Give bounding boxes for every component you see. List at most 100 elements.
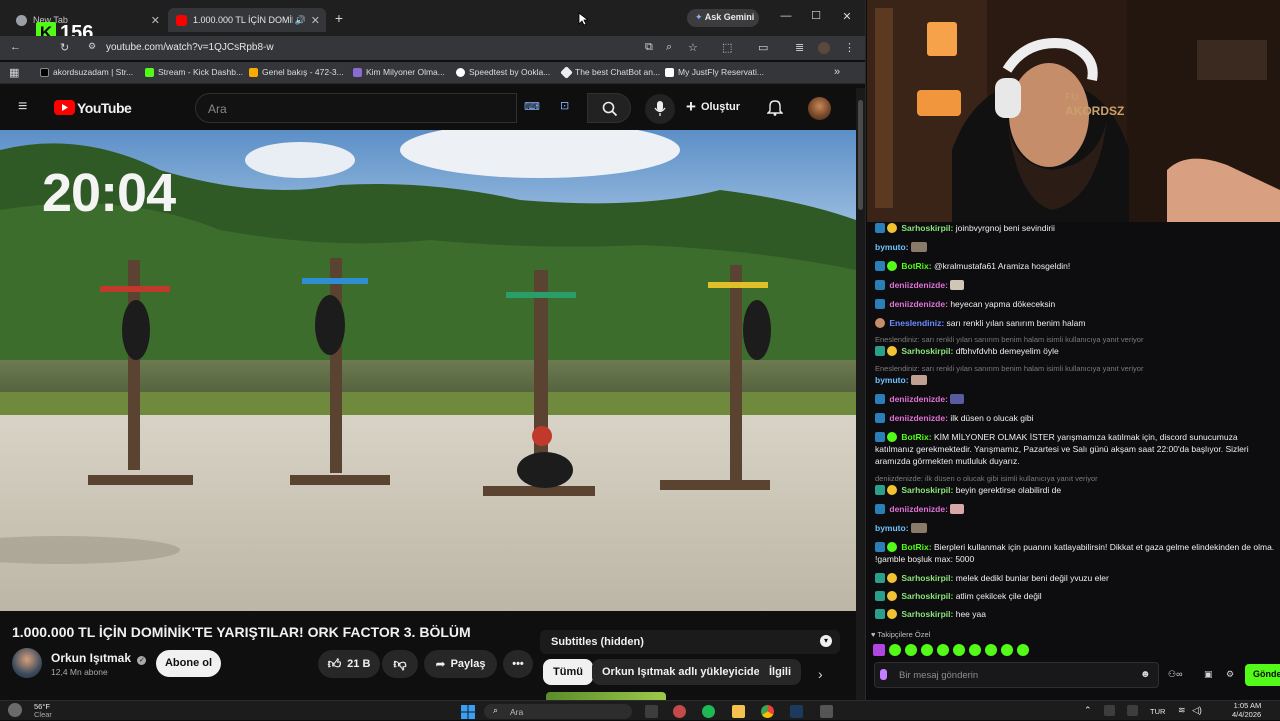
emote-icon[interactable] (937, 644, 949, 656)
bookmark-item[interactable]: Genel bakış - 472-3... (249, 67, 344, 77)
points-icon[interactable]: ⚇∞ (1168, 669, 1182, 680)
channel-avatar[interactable] (12, 648, 42, 678)
chip-uploader[interactable]: Orkun Işıtmak adlı yükleyiciden (592, 659, 777, 685)
chat-username[interactable]: deniizdenizde: (889, 413, 948, 423)
tab-youtube[interactable]: 1.000.000 TL İÇİN DOMİNİ 🔊 ✕ (168, 8, 326, 32)
chat-username[interactable]: BotRix: (901, 542, 931, 552)
chrome-icon[interactable] (761, 705, 774, 718)
dislike-button[interactable]: 👎︎ (382, 650, 418, 678)
page-scrollbar[interactable] (856, 88, 865, 700)
url-field[interactable]: youtube.com/watch?v=1QJCsRpb8-w (106, 42, 274, 53)
emote-icon[interactable] (985, 644, 997, 656)
subtitles-panel[interactable]: Subtitles (hidden) ▾ (540, 630, 840, 654)
maximize-icon[interactable]: ☐ (810, 9, 822, 22)
bookmark-item[interactable]: akordsuzadam | Str... (40, 67, 133, 77)
notifications-bell-icon[interactable] (767, 99, 783, 116)
account-avatar[interactable] (808, 97, 831, 120)
recommended-thumbnail[interactable] (546, 692, 666, 700)
site-info-icon[interactable]: ⚙ (88, 41, 96, 52)
menu-dots-icon[interactable]: ⋮ (844, 41, 855, 54)
chat-username[interactable]: Sarhoskirpil: (901, 485, 953, 495)
apps-grid-icon[interactable]: ▦ (9, 66, 19, 79)
taskbar-search[interactable]: ⌕ Ara (484, 704, 632, 719)
tray-overflow-icon[interactable]: ⌃ (1084, 705, 1092, 716)
emote-icon[interactable] (1001, 644, 1013, 656)
close-tab-icon[interactable]: ✕ (311, 14, 320, 27)
emote-icon[interactable] (873, 644, 885, 656)
chip-related[interactable]: İlgili (759, 659, 801, 685)
system-clock[interactable]: 1:05 AM 4/4/2026 (1232, 701, 1261, 719)
back-icon[interactable]: ← (10, 41, 21, 53)
emote-icon[interactable] (889, 644, 901, 656)
create-button[interactable]: + Oluştur (686, 98, 740, 115)
weather-icon[interactable] (8, 703, 22, 717)
chat-username[interactable]: BotRix: (901, 432, 931, 442)
bookmark-item[interactable]: Kim Milyoner Olma... (353, 67, 445, 77)
translate-icon[interactable]: ⌨ (524, 100, 540, 113)
lens-search-icon[interactable]: ⊡ (560, 99, 569, 112)
chat-username[interactable]: Sarhoskirpil: (901, 573, 953, 583)
emote-icon[interactable] (905, 644, 917, 656)
zoom-icon[interactable]: ⌕ (666, 41, 672, 54)
profile-avatar[interactable] (818, 42, 830, 54)
emoji-picker-icon[interactable]: ☻ (1140, 669, 1151, 680)
chevron-down-icon[interactable]: ▾ (820, 635, 832, 647)
emote-icon[interactable] (921, 644, 933, 656)
bookmark-item[interactable]: The best ChatBot an... (560, 65, 660, 79)
chevron-right-icon[interactable]: › (818, 666, 823, 682)
bookmark-item[interactable]: Stream - Kick Dashb... (145, 67, 243, 77)
chat-username[interactable]: Eneslendiniz: (889, 318, 944, 328)
cast-icon[interactable]: ⧉ (645, 41, 653, 54)
bookmark-star-icon[interactable]: ☆ (688, 41, 698, 54)
emote-icon[interactable] (1017, 644, 1029, 656)
chat-username[interactable]: bymuto: (875, 375, 909, 385)
scrollbar-thumb[interactable] (858, 100, 863, 210)
file-explorer-icon[interactable] (732, 705, 745, 718)
app-icon[interactable] (673, 705, 686, 718)
search-input[interactable]: Ara (195, 93, 517, 123)
start-button[interactable] (461, 705, 475, 719)
share-button[interactable]: ➦ Paylaş (424, 650, 497, 678)
close-window-icon[interactable]: ✕ (841, 10, 853, 23)
task-view-icon[interactable] (645, 705, 658, 718)
more-bookmarks-icon[interactable]: » (834, 66, 840, 78)
voice-search-button[interactable] (645, 94, 675, 124)
emote-icon[interactable] (969, 644, 981, 656)
search-button[interactable] (587, 93, 631, 123)
language-indicator[interactable]: TUR (1150, 707, 1165, 716)
chat-username[interactable]: bymuto: (875, 523, 909, 533)
tray-app-icon[interactable] (1104, 705, 1115, 716)
chat-settings-icon[interactable]: ⚙ (1226, 669, 1234, 680)
spotify-icon[interactable] (702, 705, 715, 718)
app-icon[interactable] (820, 705, 833, 718)
close-tab-icon[interactable]: ✕ (151, 14, 160, 27)
chat-username[interactable]: Sarhoskirpil: (901, 591, 953, 601)
subscribe-button[interactable]: Abone ol (156, 650, 221, 677)
chat-username[interactable]: Sarhoskirpil: (901, 609, 953, 619)
chat-message-input[interactable]: Bir mesaj gönderin (874, 662, 1159, 688)
tray-app-icon[interactable] (1127, 705, 1138, 716)
weather-widget[interactable]: 56°F Clear (34, 703, 52, 719)
gift-icon[interactable]: ▣ (1204, 669, 1213, 680)
minimize-icon[interactable]: — (780, 10, 792, 22)
ask-gemini-button[interactable]: ✦ Ask Gemini (687, 9, 759, 27)
volume-icon[interactable]: ◁) (1192, 705, 1202, 716)
chat-username[interactable]: deniizdenizde: (889, 299, 948, 309)
reload-icon[interactable]: ↻ (60, 41, 69, 54)
emote-icon[interactable] (953, 644, 965, 656)
youtube-logo-icon[interactable] (54, 100, 75, 115)
video-player[interactable]: 20:04 (0, 130, 856, 611)
chat-username[interactable]: Sarhoskirpil: (901, 223, 953, 233)
wifi-icon[interactable]: ≋ (1178, 705, 1186, 716)
steam-icon[interactable] (790, 705, 803, 718)
chat-username[interactable]: deniizdenizde: (889, 394, 948, 404)
sidepanel-icon[interactable]: ▭ (758, 41, 768, 54)
bookmark-item[interactable]: Speedtest by Ookla... (456, 67, 550, 77)
chat-username[interactable]: deniizdenizde: (889, 504, 948, 514)
like-button[interactable]: 👍︎ 21 B (318, 650, 380, 678)
chat-username[interactable]: bymuto: (875, 242, 909, 252)
extensions-icon[interactable]: ⬚ (722, 41, 732, 54)
hamburger-menu-icon[interactable]: ≡ (18, 98, 27, 116)
chat-username[interactable]: Sarhoskirpil: (901, 346, 953, 356)
send-button[interactable]: Gönder (1245, 664, 1280, 686)
